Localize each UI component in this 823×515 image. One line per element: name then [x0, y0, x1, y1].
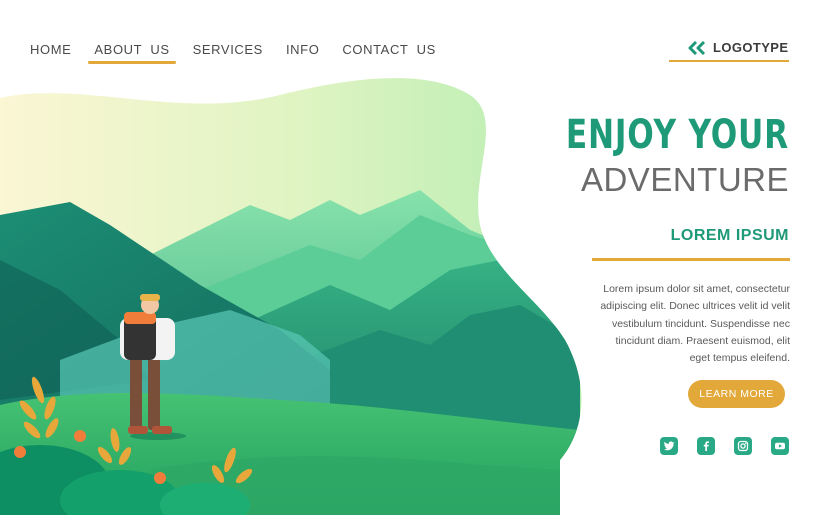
logo-underline [669, 60, 789, 62]
nav-info[interactable]: INFO [286, 42, 319, 57]
body-line: Lorem ipsum dolor sit amet, consectetur [603, 283, 790, 295]
instagram-icon[interactable] [734, 437, 752, 455]
body-line: adipiscing elit. Donec ultrices velit id… [600, 300, 790, 313]
landing-page: HOME ABOUT US SERVICES INFO CONTACT US L… [0, 0, 823, 515]
main-navigation: HOME ABOUT US SERVICES INFO CONTACT US [30, 42, 459, 64]
subtitle-underline [592, 258, 790, 261]
twitter-icon[interactable] [660, 437, 678, 455]
nav-home[interactable]: HOME [30, 42, 71, 57]
body-line: tincidunt diam. Praesent euismod, elit [615, 334, 790, 347]
nav-services[interactable]: SERVICES [193, 42, 263, 57]
logo[interactable]: LOGOTYPE [688, 40, 788, 55]
learn-more-button[interactable]: LEARN MORE [688, 380, 785, 408]
hero-subtitle: LOREM IPSUM [670, 227, 789, 244]
hero-title: ENJOY YOUR ADVENTURE [503, 112, 789, 200]
social-links [660, 437, 789, 455]
hero-title-line2: ADVENTURE [580, 161, 789, 198]
body-line: eget tempus eleifend. [689, 352, 790, 365]
logo-text: LOGOTYPE [713, 40, 789, 55]
hero-title-line1: ENJOY YOUR [565, 112, 789, 158]
nav-contact-us[interactable]: CONTACT US [342, 42, 436, 57]
youtube-icon[interactable] [771, 437, 789, 455]
double-chevron-left-icon [688, 40, 706, 55]
body-line: vestibulum tincidunt. Suspendisse nec [611, 317, 790, 330]
facebook-icon[interactable] [697, 437, 715, 455]
hero-body-text: Lorem ipsum dolor sit amet, consectetur … [555, 281, 790, 367]
nav-about-us[interactable]: ABOUT US [88, 42, 176, 64]
